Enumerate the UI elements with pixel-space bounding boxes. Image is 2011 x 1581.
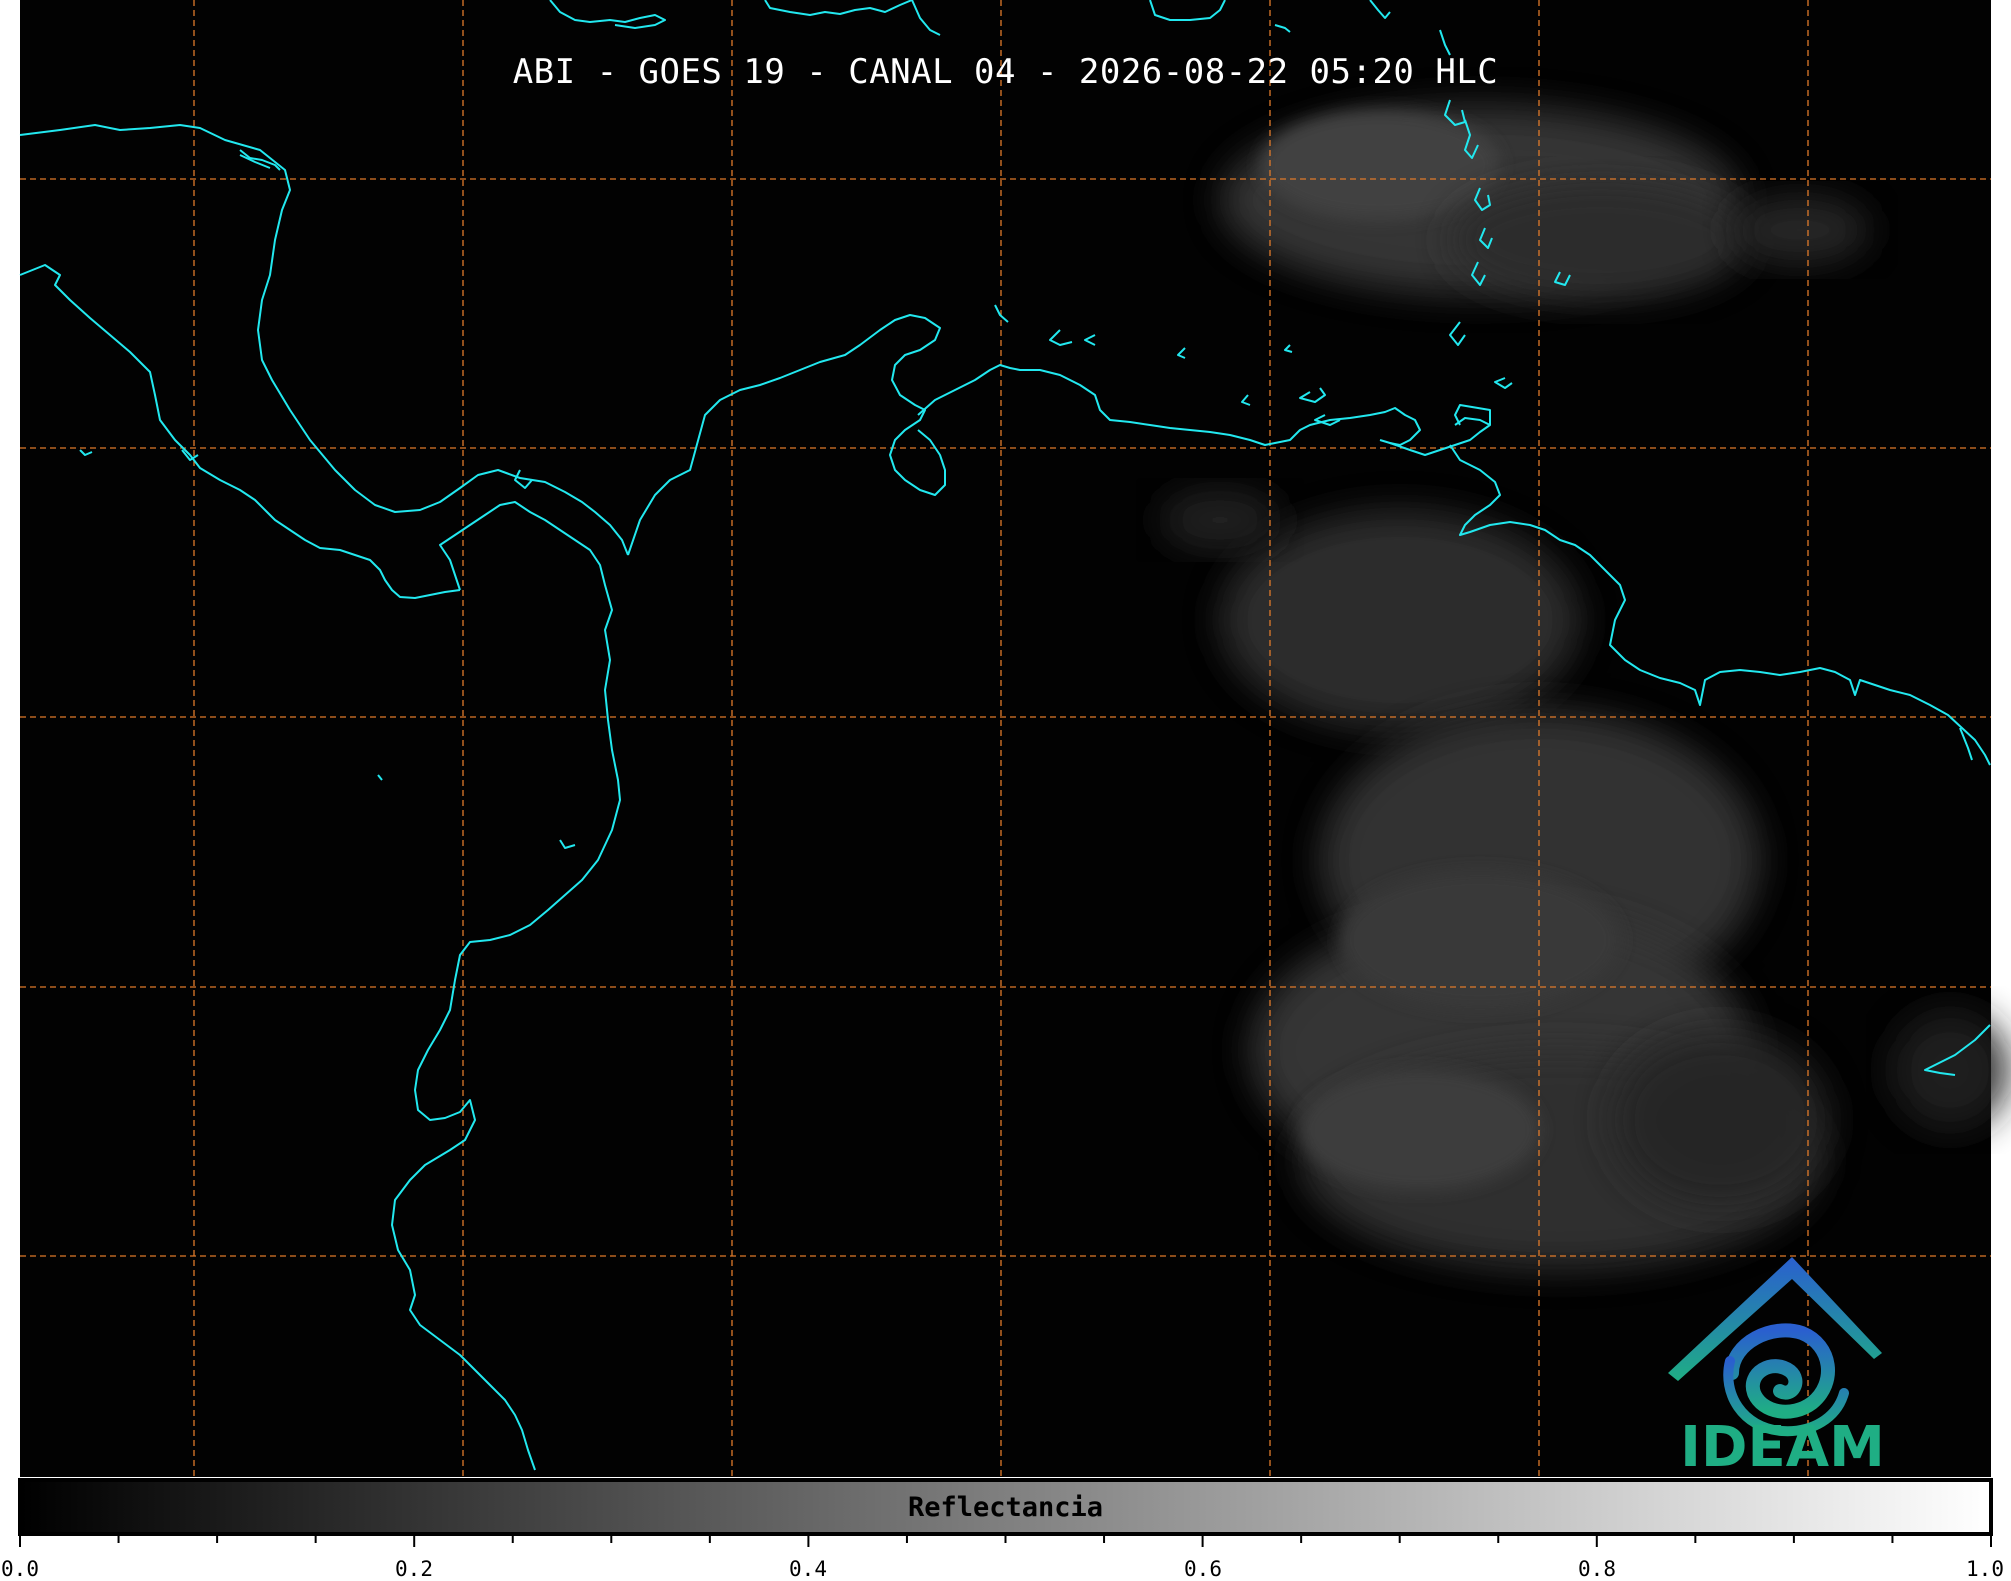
map-left-frame: [0, 0, 20, 1477]
colorbar-tick-label: 0.4: [789, 1557, 827, 1581]
colorbar-tick-label: 0.6: [1184, 1557, 1222, 1581]
colorbar-ticks: [19, 1534, 1992, 1547]
map-right-frame: [1991, 0, 2011, 1477]
colorbar-tick-label: 0.2: [395, 1557, 433, 1581]
colorbar-label: Reflectancia: [907, 1492, 1104, 1523]
colorbar-tick-label: 0.8: [1578, 1557, 1616, 1581]
colorbar-tick-label: 0.0: [1, 1557, 39, 1581]
ideam-logo-text: IDEAM: [1680, 1415, 1885, 1480]
colorbar-tick-label: 1.0: [1966, 1557, 2004, 1581]
map-title: ABI - GOES 19 - CANAL 04 - 2026-08-22 05…: [512, 52, 1499, 92]
